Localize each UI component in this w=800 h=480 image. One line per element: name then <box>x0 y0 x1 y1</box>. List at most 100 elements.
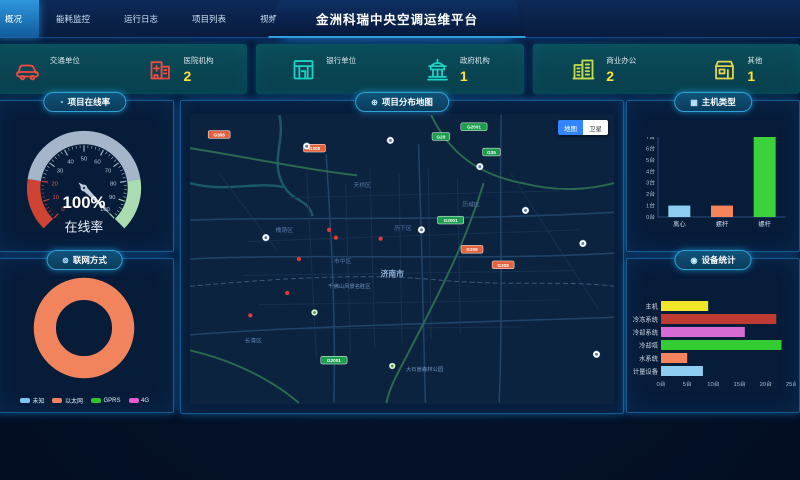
hbar <box>661 353 687 363</box>
road-shield: G2001 <box>461 123 487 131</box>
map-marker-red[interactable] <box>248 313 252 317</box>
nav-tab[interactable]: 概况 <box>0 0 39 37</box>
road-shield: G35 <box>483 148 501 156</box>
map-marker-poi[interactable] <box>476 163 483 170</box>
hbar <box>661 327 745 337</box>
map-container[interactable]: 地图 卫星 <box>190 114 614 404</box>
stat-item: 商业办公2 <box>570 55 636 84</box>
gauge-tick-label: 10 <box>53 195 59 201</box>
x-category-label: 螺杆 <box>758 219 771 228</box>
x-category-label: 螺杆 <box>716 219 729 228</box>
bar <box>668 206 690 217</box>
stat-value <box>50 68 80 83</box>
gauge-tick <box>55 157 57 159</box>
gauge-tick <box>92 146 93 149</box>
gauge-tick <box>42 197 45 198</box>
map-label: 市中区 <box>334 257 352 265</box>
map-marker-red[interactable] <box>297 257 301 261</box>
gauge-tick <box>105 152 106 154</box>
y-tick-label: 7台 <box>646 137 655 141</box>
satellite-mode-button[interactable]: 卫星 <box>583 120 608 135</box>
gauge-segment <box>120 180 135 224</box>
svg-text:G2001: G2001 <box>467 125 481 130</box>
map-marker-poi[interactable] <box>303 143 310 150</box>
gauge-tick <box>120 181 126 182</box>
map-marker-poi[interactable] <box>387 137 394 144</box>
hbar <box>661 314 776 324</box>
gauge-tick <box>72 147 73 150</box>
map-label: 大石崮森林公园 <box>406 365 443 373</box>
panel-header-online-rate: ◔ 项目在线率 <box>43 92 126 112</box>
panel-project-map: ⊕ 项目分布地图 地图 卫星 <box>180 100 624 414</box>
legend-item[interactable]: 未知 <box>20 396 45 405</box>
legend-label: 以太网 <box>65 396 83 405</box>
host-icon: ▦ <box>690 98 698 107</box>
road-shield: G20 <box>432 133 450 141</box>
map-label: 长清区 <box>244 337 262 345</box>
nav-tab[interactable]: 运行日志 <box>107 0 175 37</box>
map-marker-red[interactable] <box>327 228 331 232</box>
legend-item[interactable]: GPRS <box>91 396 121 405</box>
gauge-tick <box>43 177 46 178</box>
map-marker-red[interactable] <box>285 291 289 295</box>
stat-label: 政府机构 <box>460 55 490 66</box>
y-tick-label: 1台 <box>646 202 655 210</box>
road-shield: G308 <box>492 261 514 269</box>
map-canvas[interactable]: G308G308G20G2001G35G2001G309G308G2001济南市… <box>190 114 614 404</box>
app-title-banner: 金洲科瑞中央空调运维平台 <box>283 0 511 38</box>
hbar-category-label: 水系统 <box>639 354 659 363</box>
stat-item: 政府机构1 <box>424 55 490 84</box>
gauge-tick <box>54 214 59 219</box>
map-marker-red[interactable] <box>378 236 382 240</box>
nav-tab[interactable]: 项目列表 <box>175 0 243 37</box>
gauge-tick <box>65 150 68 156</box>
map-marker-green[interactable] <box>311 309 317 315</box>
bar <box>754 137 776 217</box>
legend-item[interactable]: 以太网 <box>52 396 83 405</box>
legend-label: 未知 <box>32 396 44 405</box>
stat-text: 政府机构1 <box>460 55 490 84</box>
map-marker-poi[interactable] <box>522 207 529 214</box>
svg-text:G308: G308 <box>309 146 321 151</box>
gauge-tick-label: 80 <box>110 181 116 187</box>
legend-item[interactable]: 4G <box>129 396 150 405</box>
panel-header-network: ⊚ 联网方式 <box>46 250 123 270</box>
gauge-tick-label: 30 <box>57 169 63 175</box>
hbar <box>661 366 703 376</box>
hbar-category-label: 冷冻系统 <box>633 315 659 324</box>
map-marker-green[interactable] <box>389 363 395 369</box>
map-marker-poi[interactable] <box>579 240 586 247</box>
gauge-tick <box>45 204 47 205</box>
map-label: 天桥区 <box>353 181 371 189</box>
panel-title: 项目分布地图 <box>382 96 433 108</box>
gauge-tick-label: 40 <box>67 160 73 166</box>
panel-header-host-type: ▦ 主机类型 <box>674 92 752 112</box>
legend-label: 4G <box>141 398 149 404</box>
gauge-tick <box>99 148 100 150</box>
road-shield: G309 <box>461 245 483 253</box>
panel-network-type: ⊚ 联网方式 未知以太网GPRS4G <box>0 258 174 413</box>
device-icon: ◉ <box>691 256 698 265</box>
y-tick-label: 0台 <box>646 213 655 221</box>
y-tick-label: 2台 <box>646 190 655 198</box>
map-label: 槐荫区 <box>276 226 294 234</box>
nav-tab[interactable]: 能耗监控 <box>39 0 107 37</box>
map-marker-red[interactable] <box>334 235 338 239</box>
map-mode-button[interactable]: 地图 <box>558 120 583 135</box>
gauge-tick <box>43 199 49 201</box>
hbar-category-label: 冷却系统 <box>633 328 659 337</box>
map-marker-poi[interactable] <box>418 226 425 233</box>
x-tick-label: 0台 <box>656 380 665 388</box>
gauge-tick <box>119 207 121 208</box>
gauge-icon: ◔ <box>59 98 64 107</box>
x-tick-label: 15台 <box>733 380 745 388</box>
map-marker-poi[interactable] <box>262 234 269 241</box>
svg-text:G308: G308 <box>213 132 225 137</box>
gauge-tick <box>111 157 113 159</box>
stat-label: 商业办公 <box>606 55 636 66</box>
hbar-category-label: 主机 <box>645 302 658 311</box>
bar <box>711 206 733 217</box>
map-marker-poi[interactable] <box>593 351 600 358</box>
gauge-tick <box>47 207 49 208</box>
map-label: 历城区 <box>462 201 480 208</box>
